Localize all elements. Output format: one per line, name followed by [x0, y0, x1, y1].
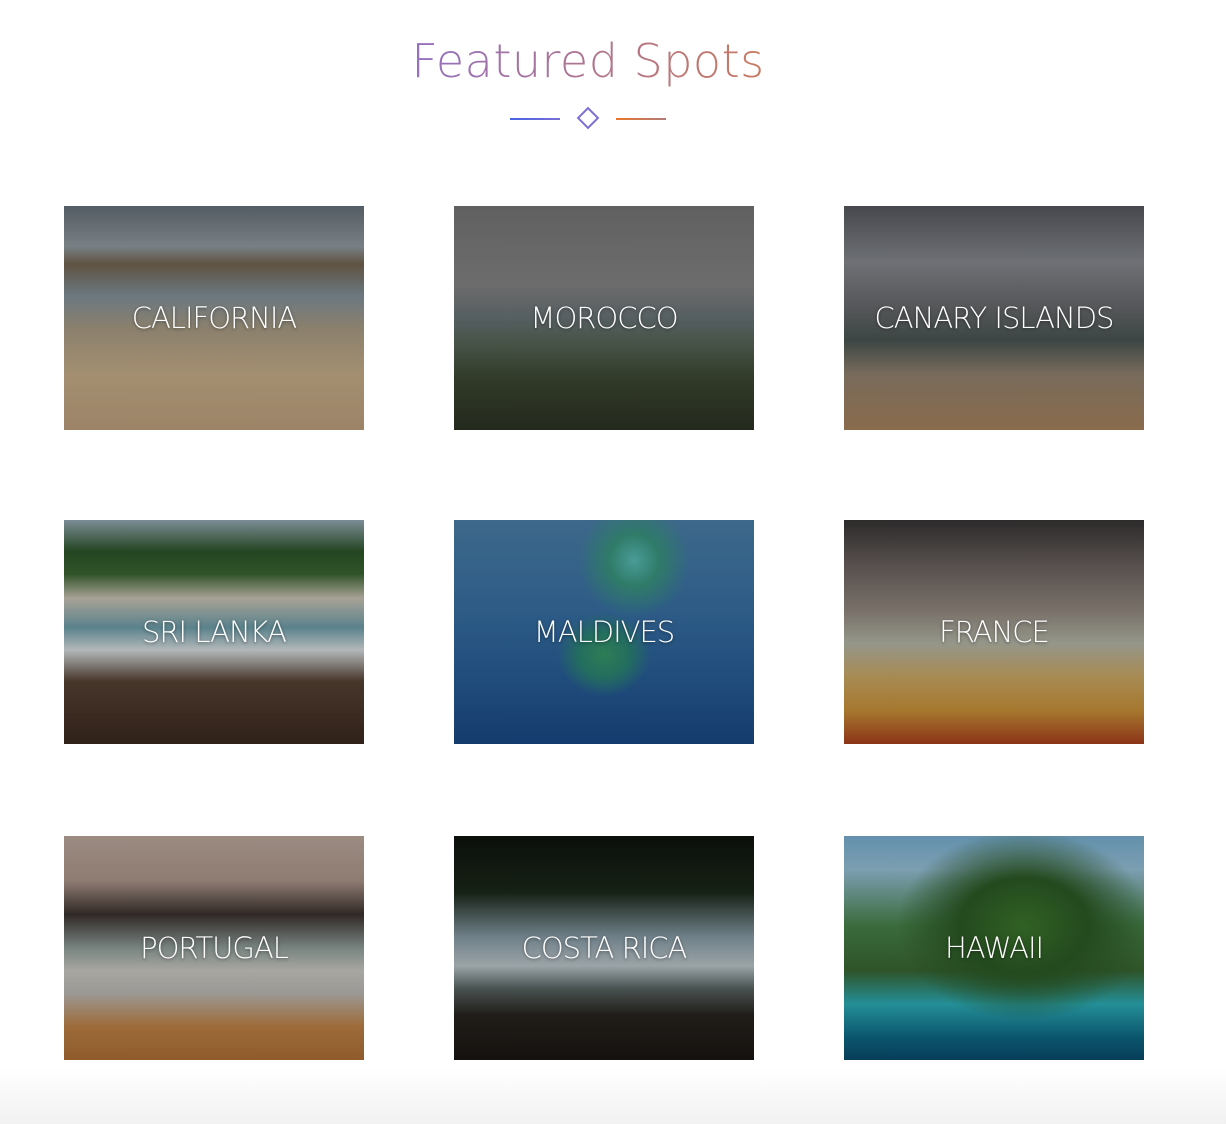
page-bottom-fade	[0, 1068, 1226, 1124]
spot-card-maldives[interactable]: MALDIVES	[454, 520, 754, 744]
spot-card-sri-lanka[interactable]: SRI LANKA	[64, 520, 364, 744]
spot-card-canary-islands[interactable]: CANARY ISLANDS	[844, 206, 1144, 430]
spot-label: MOROCCO	[530, 301, 678, 335]
featured-spots-section: Featured Spots CALIFORNIA MOROCCO CANARY…	[0, 0, 1226, 1124]
section-title-text: Featured Spots	[411, 34, 765, 88]
spot-label: HAWAII	[944, 931, 1044, 965]
spot-label: SRI LANKA	[141, 615, 287, 649]
spot-card-costa-rica[interactable]: COSTA RICA	[454, 836, 754, 1060]
spot-card-portugal[interactable]: PORTUGAL	[64, 836, 364, 1060]
diamond-icon	[576, 106, 600, 130]
spot-label: CANARY ISLANDS	[874, 301, 1115, 335]
spot-card-morocco[interactable]: MOROCCO	[454, 206, 754, 430]
divider-line-right	[616, 118, 666, 120]
spot-label: MALDIVES	[533, 615, 675, 649]
spot-label: COSTA RICA	[521, 931, 688, 965]
divider-line-left	[510, 118, 560, 120]
section-title: Featured Spots	[0, 34, 1176, 88]
spot-card-france[interactable]: FRANCE	[844, 520, 1144, 744]
spot-label: CALIFORNIA	[131, 301, 298, 335]
spot-label: FRANCE	[939, 615, 1050, 649]
spot-label: PORTUGAL	[140, 931, 289, 965]
spot-card-california[interactable]: CALIFORNIA	[64, 206, 364, 430]
spot-card-hawaii[interactable]: HAWAII	[844, 836, 1144, 1060]
title-divider	[510, 104, 666, 132]
